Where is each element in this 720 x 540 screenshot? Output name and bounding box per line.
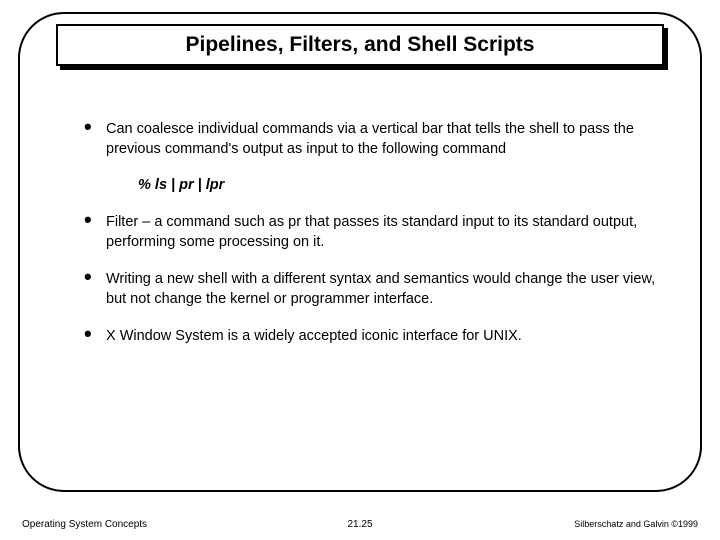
title-box: Pipelines, Filters, and Shell Scripts bbox=[56, 24, 664, 66]
footer-center: 21.25 bbox=[347, 519, 372, 530]
bullet-item: • Filter – a command such as pr that pas… bbox=[84, 213, 656, 252]
bullet-icon: • bbox=[84, 270, 94, 284]
bullet-item: • X Window System is a widely accepted i… bbox=[84, 327, 656, 347]
bullet-text: Filter – a command such as pr that passe… bbox=[106, 213, 656, 252]
bullet-text: X Window System is a widely accepted ico… bbox=[106, 327, 522, 347]
footer-right: Silberschatz and Galvin ©1999 bbox=[574, 519, 698, 529]
content-area: • Can coalesce individual commands via a… bbox=[84, 120, 656, 365]
slide-title: Pipelines, Filters, and Shell Scripts bbox=[186, 33, 535, 57]
bullet-icon: • bbox=[84, 120, 94, 134]
bullet-item: • Writing a new shell with a different s… bbox=[84, 270, 656, 309]
footer: Operating System Concepts 21.25 Silbersc… bbox=[22, 519, 698, 530]
bullet-icon: • bbox=[84, 327, 94, 341]
bullet-text: Can coalesce individual commands via a v… bbox=[106, 120, 656, 159]
bullet-item: • Can coalesce individual commands via a… bbox=[84, 120, 656, 159]
bullet-icon: • bbox=[84, 213, 94, 227]
code-example: % ls | pr | lpr bbox=[138, 177, 656, 193]
bullet-text: Writing a new shell with a different syn… bbox=[106, 270, 656, 309]
footer-left: Operating System Concepts bbox=[22, 519, 147, 530]
